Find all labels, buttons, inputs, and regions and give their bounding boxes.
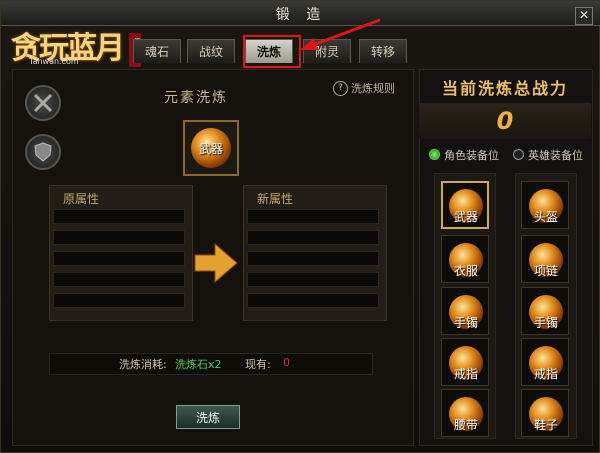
tab-soulstone[interactable]: 魂石 — [133, 39, 181, 63]
equip-slot-shoes[interactable]: 鞋子 — [521, 389, 569, 437]
equip-slot-helmet[interactable]: 头盔 — [521, 181, 569, 229]
new-attributes-header: 新属性 — [257, 192, 294, 206]
highlight-box — [243, 35, 301, 68]
slot-label: 武器 — [198, 142, 223, 156]
orb-icon: 腰带 — [449, 397, 483, 432]
equip-slot-weapon[interactable]: 武器 — [441, 181, 489, 229]
equip-slot-label: 项链 — [533, 264, 558, 278]
power-title: 当前洗炼总战力 — [441, 79, 568, 98]
forge-window: 锻 造 ✕ 贪玩蓝月 Tanwan.com 正版授权 魂石 战纹 洗炼 附灵 转… — [0, 0, 600, 453]
orb-icon: 戒指 — [449, 346, 483, 381]
annotation-arrow — [300, 18, 381, 50]
orb-icon: 武器 — [449, 189, 483, 224]
rules-link[interactable]: 洗炼规则 — [351, 80, 395, 96]
refine-button[interactable]: 洗炼 — [176, 405, 240, 429]
equip-slot-label: 手镯 — [453, 316, 478, 330]
orb-icon: 武器 — [191, 128, 231, 168]
logo-url: Tanwan.com — [29, 57, 79, 66]
owned-label: 现有: — [245, 358, 271, 371]
role-equip-radio[interactable] — [429, 149, 440, 160]
equip-slot-label: 武器 — [453, 210, 478, 224]
attribute-row — [247, 209, 379, 224]
equip-slot-label: 衣服 — [453, 264, 478, 278]
equip-slot-label: 腰带 — [453, 418, 478, 432]
tab-battle-pattern[interactable]: 战纹 — [187, 39, 235, 63]
orb-icon: 项链 — [529, 243, 563, 278]
owned-value: 0 — [283, 356, 290, 369]
cost-label: 洗炼消耗: — [119, 358, 167, 371]
equip-slot-necklace[interactable]: 项链 — [521, 235, 569, 283]
shield-icon[interactable] — [25, 134, 61, 170]
attribute-row — [53, 209, 185, 224]
crossed-swords-icon[interactable] — [25, 85, 61, 121]
attribute-row — [53, 230, 185, 245]
equip-slot-belt[interactable]: 腰带 — [441, 389, 489, 437]
attribute-row — [53, 293, 185, 308]
attribute-row — [53, 251, 185, 266]
equip-slot-label: 戒指 — [453, 367, 478, 381]
orb-icon: 戒指 — [529, 346, 563, 381]
attribute-row — [247, 272, 379, 287]
attribute-row — [247, 251, 379, 266]
weapon-slot[interactable]: 武器 — [183, 120, 239, 176]
attribute-row — [247, 230, 379, 245]
attribute-row — [247, 293, 379, 308]
equip-slot-bracelet[interactable]: 手镯 — [441, 287, 489, 335]
question-icon[interactable]: ? — [333, 81, 348, 96]
equip-slot-bracelet-right[interactable]: 手镯 — [521, 287, 569, 335]
close-button[interactable]: ✕ — [575, 7, 593, 25]
equip-slot-clothes[interactable]: 衣服 — [441, 235, 489, 283]
equip-slot-ring-right[interactable]: 戒指 — [521, 338, 569, 386]
equip-slot-label: 头盔 — [533, 210, 558, 224]
orb-icon: 头盔 — [529, 189, 563, 224]
equip-slot-ring[interactable]: 戒指 — [441, 338, 489, 386]
orb-icon: 手镯 — [529, 295, 563, 330]
equip-slot-label: 鞋子 — [533, 418, 558, 432]
arrow-right-icon — [194, 242, 238, 284]
attribute-row — [53, 272, 185, 287]
equip-slot-label: 手镯 — [533, 316, 558, 330]
orb-icon: 手镯 — [449, 295, 483, 330]
hero-equip-label[interactable]: 英雄装备位 — [528, 147, 583, 163]
section-title: 元素洗炼 — [164, 90, 228, 106]
role-equip-label[interactable]: 角色装备位 — [444, 147, 499, 163]
game-logo: 贪玩蓝月 Tanwan.com 正版授权 — [11, 23, 143, 71]
orb-icon: 鞋子 — [529, 397, 563, 432]
cost-item: 洗炼石x2 — [175, 358, 222, 371]
orb-icon: 衣服 — [449, 243, 483, 278]
equip-slot-label: 戒指 — [533, 367, 558, 381]
original-attributes-header: 原属性 — [63, 192, 100, 206]
hero-equip-radio[interactable] — [513, 149, 524, 160]
power-value: 0 — [419, 103, 591, 139]
